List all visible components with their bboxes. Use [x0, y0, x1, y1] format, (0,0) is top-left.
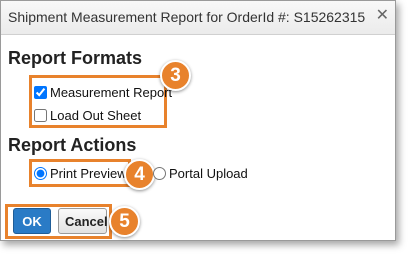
measurement-report-checkbox[interactable] [34, 86, 47, 99]
callout-badge-4: 4 [124, 159, 155, 190]
portal-upload-radio[interactable] [153, 167, 166, 180]
close-icon[interactable]: ✕ [376, 7, 389, 25]
dialog-title: Shipment Measurement Report for OrderId … [8, 9, 366, 25]
report-dialog: Shipment Measurement Report for OrderId … [0, 0, 396, 241]
ok-button[interactable]: OK [13, 208, 51, 234]
dialog-titlebar: Shipment Measurement Report for OrderId … [1, 1, 395, 35]
load-out-sheet-checkbox[interactable] [34, 109, 47, 122]
callout-badge-3: 3 [160, 60, 191, 91]
report-formats-heading: Report Formats [8, 48, 143, 68]
report-actions-heading: Report Actions [8, 135, 137, 155]
measurement-report-label: Measurement Report [50, 85, 173, 100]
portal-upload-label: Portal Upload [169, 166, 248, 181]
load-out-sheet-label: Load Out Sheet [50, 108, 142, 123]
portal-upload-option[interactable]: Portal Upload [153, 166, 248, 181]
measurement-report-option[interactable]: Measurement Report [34, 85, 172, 100]
print-preview-radio[interactable] [34, 167, 47, 180]
cancel-button[interactable]: Cancel [58, 208, 108, 234]
print-preview-option[interactable]: Print Preview [34, 166, 127, 181]
load-out-sheet-option[interactable]: Load Out Sheet [34, 108, 141, 123]
callout-badge-5: 5 [109, 206, 140, 237]
print-preview-label: Print Preview [50, 166, 127, 181]
